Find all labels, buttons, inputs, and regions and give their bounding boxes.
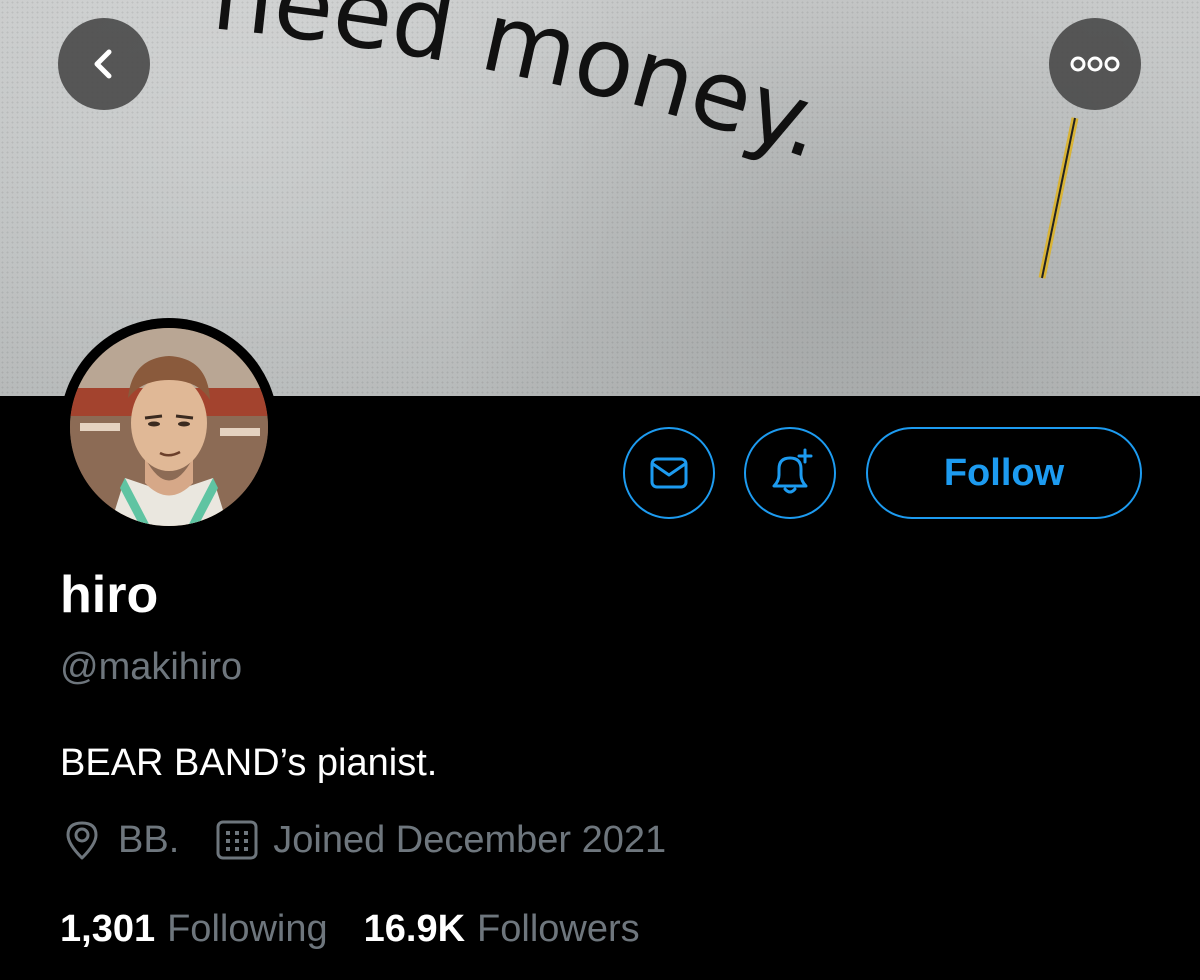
follow-button[interactable]: Follow [866,427,1142,519]
followers-count: 16.9K [363,907,466,950]
profile-avatar[interactable] [60,318,278,536]
notifications-button[interactable] [744,427,836,519]
more-options-button[interactable] [1049,18,1141,110]
more-horizontal-icon [1070,56,1120,72]
location-text: BB. [118,818,180,861]
back-button[interactable] [58,18,150,110]
followers-label: Followers [477,907,640,950]
envelope-icon [650,457,688,489]
text-cursor-outline [1041,117,1076,279]
text-cursor [1038,117,1079,279]
profile-bio: BEAR BAND’s pianist. [60,742,438,784]
following-label: Following [167,907,328,950]
follow-button-label: Follow [943,451,1065,494]
user-handle: @makihiro [60,646,243,688]
banner-caption-text: need money. [208,0,840,181]
follow-stats: 1,301 Following 16.9K Followers [60,902,640,956]
location: BB. [60,818,179,862]
message-button[interactable] [623,427,715,519]
join-date-text: Joined December 2021 [273,818,667,861]
display-name: hiro [60,566,159,624]
bell-plus-icon [772,448,813,494]
avatar-illustration [70,328,268,526]
join-date: Joined December 2021 [215,818,666,862]
profile-meta: BB. Joined December 2021 [60,812,666,868]
chevron-left-icon [94,49,112,79]
following-count: 1,301 [60,907,156,950]
location-pin-icon [66,821,98,860]
calendar-icon [216,820,258,860]
avatar-image [70,328,268,526]
banner-caption: need money. [208,0,840,181]
following-link[interactable]: 1,301 Following [60,908,328,951]
followers-link[interactable]: 16.9K Followers [364,908,640,951]
